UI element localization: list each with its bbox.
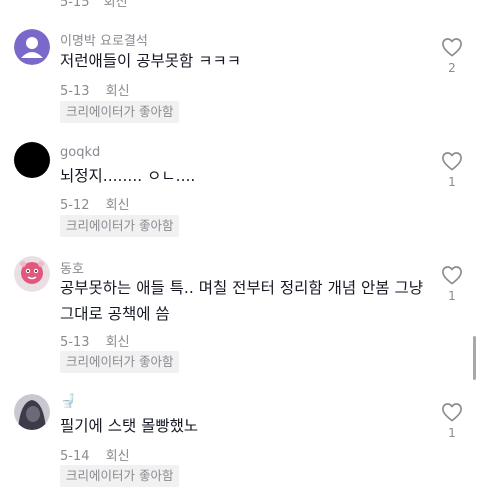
- comment-meta: 5-13 회신: [60, 331, 130, 350]
- comment-meta: 5-13 회신: [60, 80, 130, 99]
- comment-username[interactable]: goqkd: [60, 145, 100, 160]
- comment-text: 뇌정지........ ㅇㄴ....: [60, 167, 196, 185]
- heart-icon[interactable]: [441, 37, 463, 57]
- comment-text: 저런애들이 공부못함 ㅋㅋㅋ: [60, 52, 241, 70]
- comment-date: 5-12: [60, 198, 90, 213]
- comment-text: 필기에 스탯 몰빵했노: [60, 417, 199, 435]
- like-button[interactable]: 1: [440, 265, 464, 303]
- avatar[interactable]: [14, 142, 50, 178]
- comment-date: 5-14: [60, 449, 90, 464]
- previous-comment-meta: 5-15 회신: [60, 0, 128, 10]
- heart-icon[interactable]: [441, 402, 463, 422]
- reply-button[interactable]: 회신: [106, 84, 130, 99]
- comment-date: 5-15: [60, 0, 90, 10]
- creator-liked-badge: 크리에이터가 좋아함: [60, 351, 180, 373]
- creator-liked-badge: 크리에이터가 좋아함: [60, 465, 180, 487]
- comment-username[interactable]: 🚽: [60, 394, 76, 409]
- like-button[interactable]: 1: [440, 151, 464, 189]
- heart-icon[interactable]: [441, 151, 463, 171]
- comment-username[interactable]: 이명박 요로결석: [60, 30, 148, 49]
- like-count: 1: [448, 289, 456, 303]
- heart-icon[interactable]: [441, 265, 463, 285]
- like-count: 1: [448, 175, 456, 189]
- like-button[interactable]: 1: [440, 402, 464, 440]
- avatar[interactable]: [14, 29, 50, 65]
- comment-date: 5-13: [60, 84, 90, 99]
- comment-date: 5-13: [60, 335, 90, 350]
- like-count: 1: [448, 426, 456, 440]
- like-count: 2: [448, 61, 456, 75]
- like-button[interactable]: 2: [440, 37, 464, 75]
- reply-button[interactable]: 회신: [106, 198, 130, 213]
- reply-button[interactable]: 회신: [104, 0, 128, 10]
- creator-liked-badge: 크리에이터가 좋아함: [60, 215, 180, 237]
- avatar[interactable]: [14, 394, 50, 430]
- reply-button[interactable]: 회신: [106, 335, 130, 350]
- creator-liked-badge: 크리에이터가 좋아함: [60, 101, 180, 123]
- comment-text: 공부못하는 애들 특.. 며칠 전부터 정리함 개념 안봄 그냥 그대로 공책에…: [60, 279, 423, 323]
- avatar[interactable]: [14, 256, 50, 292]
- comment-meta: 5-12 회신: [60, 194, 130, 213]
- reply-button[interactable]: 회신: [106, 449, 130, 464]
- scrollbar-thumb[interactable]: [473, 336, 476, 380]
- comment-meta: 5-14 회신: [60, 445, 130, 464]
